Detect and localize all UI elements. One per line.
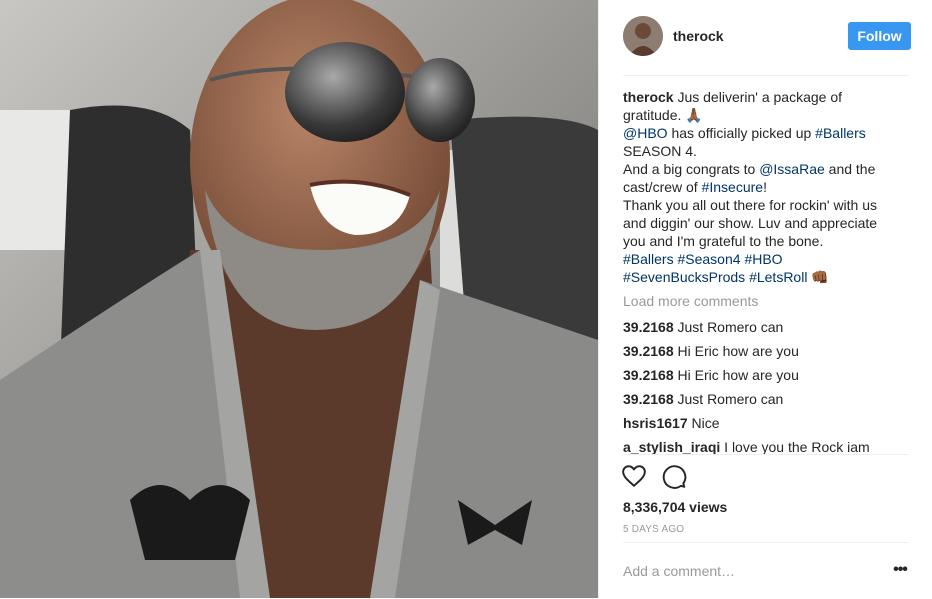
hashtag-link[interactable]: #Ballers xyxy=(815,125,866,141)
hashtag-link[interactable]: #LetsRoll xyxy=(749,269,807,285)
hashtag-link[interactable]: #HBO xyxy=(744,251,782,267)
caption-text: 👊🏾 xyxy=(807,269,829,285)
hashtag-link[interactable]: #Season4 xyxy=(677,251,740,267)
caption-line: gratitude. 🙏🏾 xyxy=(623,106,909,124)
username-link[interactable]: therock xyxy=(673,28,724,44)
comment-text: Nice xyxy=(691,415,720,431)
caption-line: @HBO has officially picked up #Ballers xyxy=(623,124,909,142)
heart-icon[interactable] xyxy=(621,463,647,489)
comment-item: a_stylish_iraqi I love you the Rock iam xyxy=(623,438,909,454)
comment-item: 39.2168 Hi Eric how are you xyxy=(623,366,909,384)
more-options-icon[interactable]: ••• xyxy=(891,561,909,579)
caption-line: #SevenBucksProds #LetsRoll 👊🏾 xyxy=(623,268,909,286)
caption-line: you and I'm grateful to the bone. xyxy=(623,232,909,250)
caption-text: and the xyxy=(824,161,876,177)
caption-line: SEASON 4. xyxy=(623,142,909,160)
caption-line: and diggin' our show. Luv and appreciate xyxy=(623,214,909,232)
caption-text: has officially picked up xyxy=(667,125,816,141)
photo-illustration xyxy=(0,0,598,598)
caption-line: #Ballers #Season4 #HBO xyxy=(623,250,909,268)
caption-text: Thank you all out there for rockin' with… xyxy=(623,197,878,213)
comment-text: Hi Eric how are you xyxy=(677,367,799,383)
caption-author-link[interactable]: therock xyxy=(623,89,674,105)
caption-text: Jus deliverin' a package of xyxy=(677,89,843,105)
avatar[interactable] xyxy=(623,16,663,56)
caption-line: Thank you all out there for rockin' with… xyxy=(623,196,909,214)
hashtag-link[interactable]: #SevenBucksProds xyxy=(623,269,745,285)
caption-text: SEASON 4. xyxy=(623,143,697,159)
caption-text: ! xyxy=(763,179,767,195)
comment-text: Hi Eric how are you xyxy=(677,343,799,359)
comment-username-link[interactable]: 39.2168 xyxy=(623,319,674,335)
comment-items: 39.2168 Just Romero can 39.2168 Hi Eric h… xyxy=(623,318,909,454)
add-comment-section: ••• xyxy=(623,542,909,599)
avatar-image xyxy=(623,16,663,56)
mention-link[interactable]: @HBO xyxy=(623,125,668,141)
comment-text: Just Romero can xyxy=(677,319,784,335)
comment-item: 39.2168 Just Romero can xyxy=(623,390,909,408)
caption-text: cast/crew of xyxy=(623,179,702,195)
caption: therock Jus deliverin' a package of grati… xyxy=(623,88,909,286)
comment-username-link[interactable]: 39.2168 xyxy=(623,391,674,407)
comment-text: Just Romero can xyxy=(677,391,784,407)
comment-username-link[interactable]: 39.2168 xyxy=(623,343,674,359)
comment-input[interactable] xyxy=(623,559,873,583)
comment-item: 39.2168 Just Romero can xyxy=(623,318,909,336)
comments-list[interactable]: therock Jus deliverin' a package of grati… xyxy=(623,88,909,454)
caption-text: you and I'm grateful to the bone. xyxy=(623,233,824,249)
comment-item: hsris1617 Nice xyxy=(623,414,909,432)
follow-button[interactable]: Follow xyxy=(848,22,911,50)
comment-username-link[interactable]: hsris1617 xyxy=(623,415,688,431)
post-side-panel: therock Follow therock Jus deliverin' a … xyxy=(598,0,932,598)
comment-username-link[interactable]: a_stylish_iraqi xyxy=(623,439,720,454)
caption-line: therock Jus deliverin' a package of xyxy=(623,88,909,106)
caption-text: And a big congrats to xyxy=(623,161,760,177)
post-timestamp[interactable]: 5 DAYS AGO xyxy=(623,524,684,535)
caption-line: And a big congrats to @IssaRae and the xyxy=(623,160,909,178)
mention-link[interactable]: @IssaRae xyxy=(759,161,825,177)
caption-text: gratitude. 🙏🏾 xyxy=(623,107,703,123)
load-more-comments-link[interactable]: Load more comments xyxy=(623,292,909,310)
comment-item: 39.2168 Hi Eric how are you xyxy=(623,342,909,360)
hashtag-link[interactable]: #Insecure xyxy=(702,179,763,195)
comment-username-link[interactable]: 39.2168 xyxy=(623,367,674,383)
caption-text: and diggin' our show. Luv and appreciate xyxy=(623,215,878,231)
post-photo[interactable] xyxy=(0,0,598,598)
comment-icon[interactable] xyxy=(661,463,687,489)
header-divider xyxy=(623,75,909,76)
hashtag-link[interactable]: #Ballers xyxy=(623,251,674,267)
comment-text: I love you the Rock iam xyxy=(724,439,870,454)
caption-line: cast/crew of #Insecure! xyxy=(623,178,909,196)
view-count[interactable]: 8,336,704 views xyxy=(623,499,727,515)
